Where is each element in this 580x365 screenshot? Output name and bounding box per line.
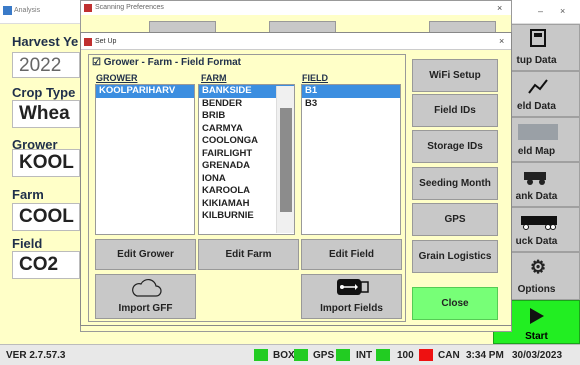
farm-field[interactable]: COOL: [12, 203, 80, 231]
line-chart-icon: [528, 79, 548, 94]
can-status-label: CAN: [438, 350, 460, 361]
calculator-icon: [530, 29, 546, 47]
scanning-preferences-title-bar: Scanning Preferences ×: [81, 1, 511, 15]
usb-drive-icon: [337, 279, 369, 295]
setup-close-icon[interactable]: ×: [499, 36, 504, 46]
truck-icon: [521, 216, 557, 230]
farm-label: Farm: [12, 187, 44, 202]
harvest-year-label: Harvest Ye: [12, 34, 79, 49]
play-icon: [530, 308, 544, 324]
setup-title: Set Up: [95, 38, 117, 45]
wifi-setup-button[interactable]: WiFi Setup: [412, 59, 498, 92]
seeding-month-button[interactable]: Seeding Month: [412, 167, 498, 200]
checkbox-checked-icon[interactable]: ☑: [92, 57, 101, 68]
setup-dialog-icon: [84, 38, 92, 46]
farm-column-header: FARM: [201, 73, 227, 83]
cloud-icon: [132, 278, 162, 297]
app-logo-icon: [3, 6, 12, 15]
gear-icon: ⚙: [530, 257, 547, 277]
time-text: 3:34 PM: [466, 350, 504, 361]
gff-format-label: Grower - Farm - Field Format: [103, 57, 241, 68]
int-status-led: [336, 349, 350, 361]
edit-farm-button[interactable]: Edit Farm: [198, 239, 299, 270]
box-status-led: [254, 349, 268, 361]
scan-dialog-icon: [84, 4, 92, 12]
window-close-icon[interactable]: ×: [560, 6, 565, 16]
field-ids-button[interactable]: Field IDs: [412, 94, 498, 127]
grain-logistics-button[interactable]: Grain Logistics: [412, 240, 498, 273]
gps-status-led: [294, 349, 308, 361]
farm-list[interactable]: BANKSIDE BENDER BRIB CARMYA COOLONGA FAI…: [198, 84, 295, 235]
field-field[interactable]: CO2: [12, 251, 80, 279]
import-fields-label: Import Fields: [320, 303, 383, 314]
field-list-item[interactable]: B1: [302, 85, 400, 98]
gff-format-row[interactable]: ☑ Grower - Farm - Field Format: [92, 57, 241, 68]
int-status-label: INT: [356, 350, 373, 361]
grower-list-item[interactable]: KOOLPARIHARV: [96, 85, 194, 98]
scan-close-icon[interactable]: ×: [497, 3, 502, 13]
harvester-icon: [524, 172, 546, 185]
import-fields-button[interactable]: Import Fields: [301, 274, 402, 319]
can-status-led: [419, 349, 433, 361]
start-label: Start: [525, 331, 548, 342]
app-title: Analysis: [14, 7, 41, 14]
field-label: Field: [12, 236, 43, 251]
field-column-header: FIELD: [302, 73, 328, 83]
close-button[interactable]: Close: [412, 287, 498, 320]
grower-field[interactable]: KOOL: [12, 149, 80, 177]
edit-field-button[interactable]: Edit Field: [301, 239, 402, 270]
gps-button[interactable]: GPS: [412, 203, 498, 236]
farm-list-scroll-thumb[interactable]: [280, 108, 292, 212]
field-list[interactable]: B1 B3: [301, 84, 401, 235]
crop-type-label: Crop Type: [12, 85, 76, 100]
date-text: 30/03/2023: [512, 350, 563, 361]
farm-list-scrollbar[interactable]: [276, 86, 294, 233]
box-status-label: BOX: [273, 350, 295, 361]
storage-ids-button[interactable]: Storage IDs: [412, 130, 498, 163]
grower-column-header: GROWER: [96, 73, 138, 83]
status-bar: VER 2.7.57.3 BOX GPS INT 100 CAN 3:34 PM…: [0, 344, 580, 365]
setup-dialog: Set Up × ☑ Grower - Farm - Field Format …: [80, 32, 512, 326]
num-status-led: [376, 349, 390, 361]
import-gff-button[interactable]: Import GFF: [95, 274, 196, 319]
gps-status-label: GPS: [313, 350, 335, 361]
num-status-label: 100: [397, 350, 414, 361]
scanning-preferences-title: Scanning Preferences: [95, 4, 164, 11]
setup-title-bar: Set Up ×: [81, 33, 511, 50]
minimize-icon[interactable]: –: [538, 6, 543, 16]
edit-grower-button[interactable]: Edit Grower: [95, 239, 196, 270]
crop-type-field[interactable]: Whea: [12, 100, 80, 128]
field-list-item[interactable]: B3: [302, 98, 400, 111]
import-gff-label: Import GFF: [118, 303, 173, 314]
version-text: VER 2.7.57.3: [6, 350, 66, 361]
grower-list[interactable]: KOOLPARIHARV: [95, 84, 195, 235]
map-icon: [518, 124, 558, 140]
harvest-year-field[interactable]: 2022: [12, 52, 80, 78]
